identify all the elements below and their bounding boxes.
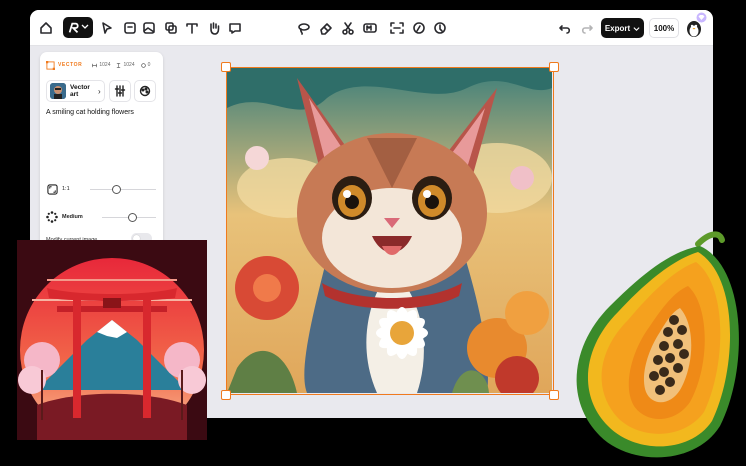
avatar[interactable]: [683, 12, 707, 38]
panel-header: VECTOR 1024 1024 0: [46, 59, 158, 71]
seed-icon: [140, 62, 146, 68]
sliders-icon: [114, 85, 126, 97]
width-icon: [92, 63, 98, 67]
resize-handle-bottom-left[interactable]: [221, 390, 231, 400]
mode-label: VECTOR: [58, 62, 83, 68]
premium-badge-icon: [696, 12, 707, 23]
width-text: 1024: [99, 62, 111, 68]
resize-handle-bottom-right[interactable]: [549, 390, 559, 400]
magic-icon[interactable]: [431, 19, 449, 37]
expand-icon[interactable]: [388, 19, 406, 37]
enhance-icon[interactable]: [361, 19, 379, 37]
style-thumbnail: [50, 83, 66, 99]
resize-handle-top-right[interactable]: [549, 62, 559, 72]
detail-slider[interactable]: [102, 213, 156, 222]
papaya-illustration: [570, 226, 746, 466]
scissors-icon[interactable]: [339, 19, 357, 37]
eraser-icon[interactable]: [317, 19, 335, 37]
hand-icon[interactable]: [205, 19, 223, 37]
scene: Export 100% VECTOR 1024 1024 0 Vector ar…: [0, 0, 746, 466]
lasso-icon[interactable]: [295, 19, 313, 37]
style-name: Vector art: [70, 84, 90, 98]
count-text: 0: [147, 62, 151, 68]
aspect-ratio-label: 1:1: [62, 186, 70, 192]
brand-logo-icon: [68, 22, 79, 33]
zoom-level[interactable]: 100%: [649, 18, 679, 38]
image-icon[interactable]: [140, 19, 158, 37]
detail-label: Medium: [62, 214, 83, 220]
height-icon: [117, 62, 121, 68]
chevron-down-icon: [81, 24, 89, 29]
chevron-down-icon: [633, 26, 640, 31]
torii-illustration: [17, 240, 207, 440]
canvas-artwork[interactable]: [221, 62, 559, 400]
detail-dots-icon: [46, 211, 58, 223]
aspect-ratio-slider-thumb[interactable]: [112, 185, 121, 194]
aspect-ratio-icon: [46, 183, 58, 195]
detail-row: Medium: [46, 210, 158, 224]
generation-panel: VECTOR 1024 1024 0 Vector art › A smilin…: [40, 52, 163, 252]
chevron-right-icon: ›: [98, 86, 101, 96]
prompt-input[interactable]: A smiling cat holding flowers: [46, 109, 158, 116]
cat-illustration: [227, 68, 552, 393]
cursor-icon[interactable]: [98, 19, 116, 37]
width-value: 1024: [92, 62, 110, 68]
text-icon[interactable]: [183, 19, 201, 37]
home-icon[interactable]: [37, 19, 55, 37]
height-text: 1024: [123, 62, 135, 68]
color-palette-button[interactable]: [134, 80, 156, 102]
detail-slider-thumb[interactable]: [128, 213, 137, 222]
export-button[interactable]: Export: [601, 18, 644, 38]
palette-icon: [139, 85, 151, 97]
adjust-settings-button[interactable]: [109, 80, 131, 102]
paint-icon[interactable]: [410, 19, 428, 37]
height-value: 1024: [116, 62, 135, 68]
layers-icon[interactable]: [162, 19, 180, 37]
top-toolbar: Export 100%: [30, 10, 713, 46]
resize-handle-top-left[interactable]: [221, 62, 231, 72]
aspect-ratio-row: 1:1: [46, 182, 158, 196]
undo-icon[interactable]: [556, 19, 574, 37]
style-selector[interactable]: Vector art ›: [46, 80, 105, 102]
count-value: 0: [140, 62, 151, 68]
chat-icon[interactable]: [226, 19, 244, 37]
aspect-ratio-slider[interactable]: [90, 185, 156, 194]
export-label: Export: [604, 23, 631, 33]
vector-mode-icon: [46, 60, 55, 70]
redo-icon[interactable]: [578, 19, 596, 37]
app-menu-button[interactable]: [63, 17, 93, 38]
frame-icon[interactable]: [121, 19, 139, 37]
